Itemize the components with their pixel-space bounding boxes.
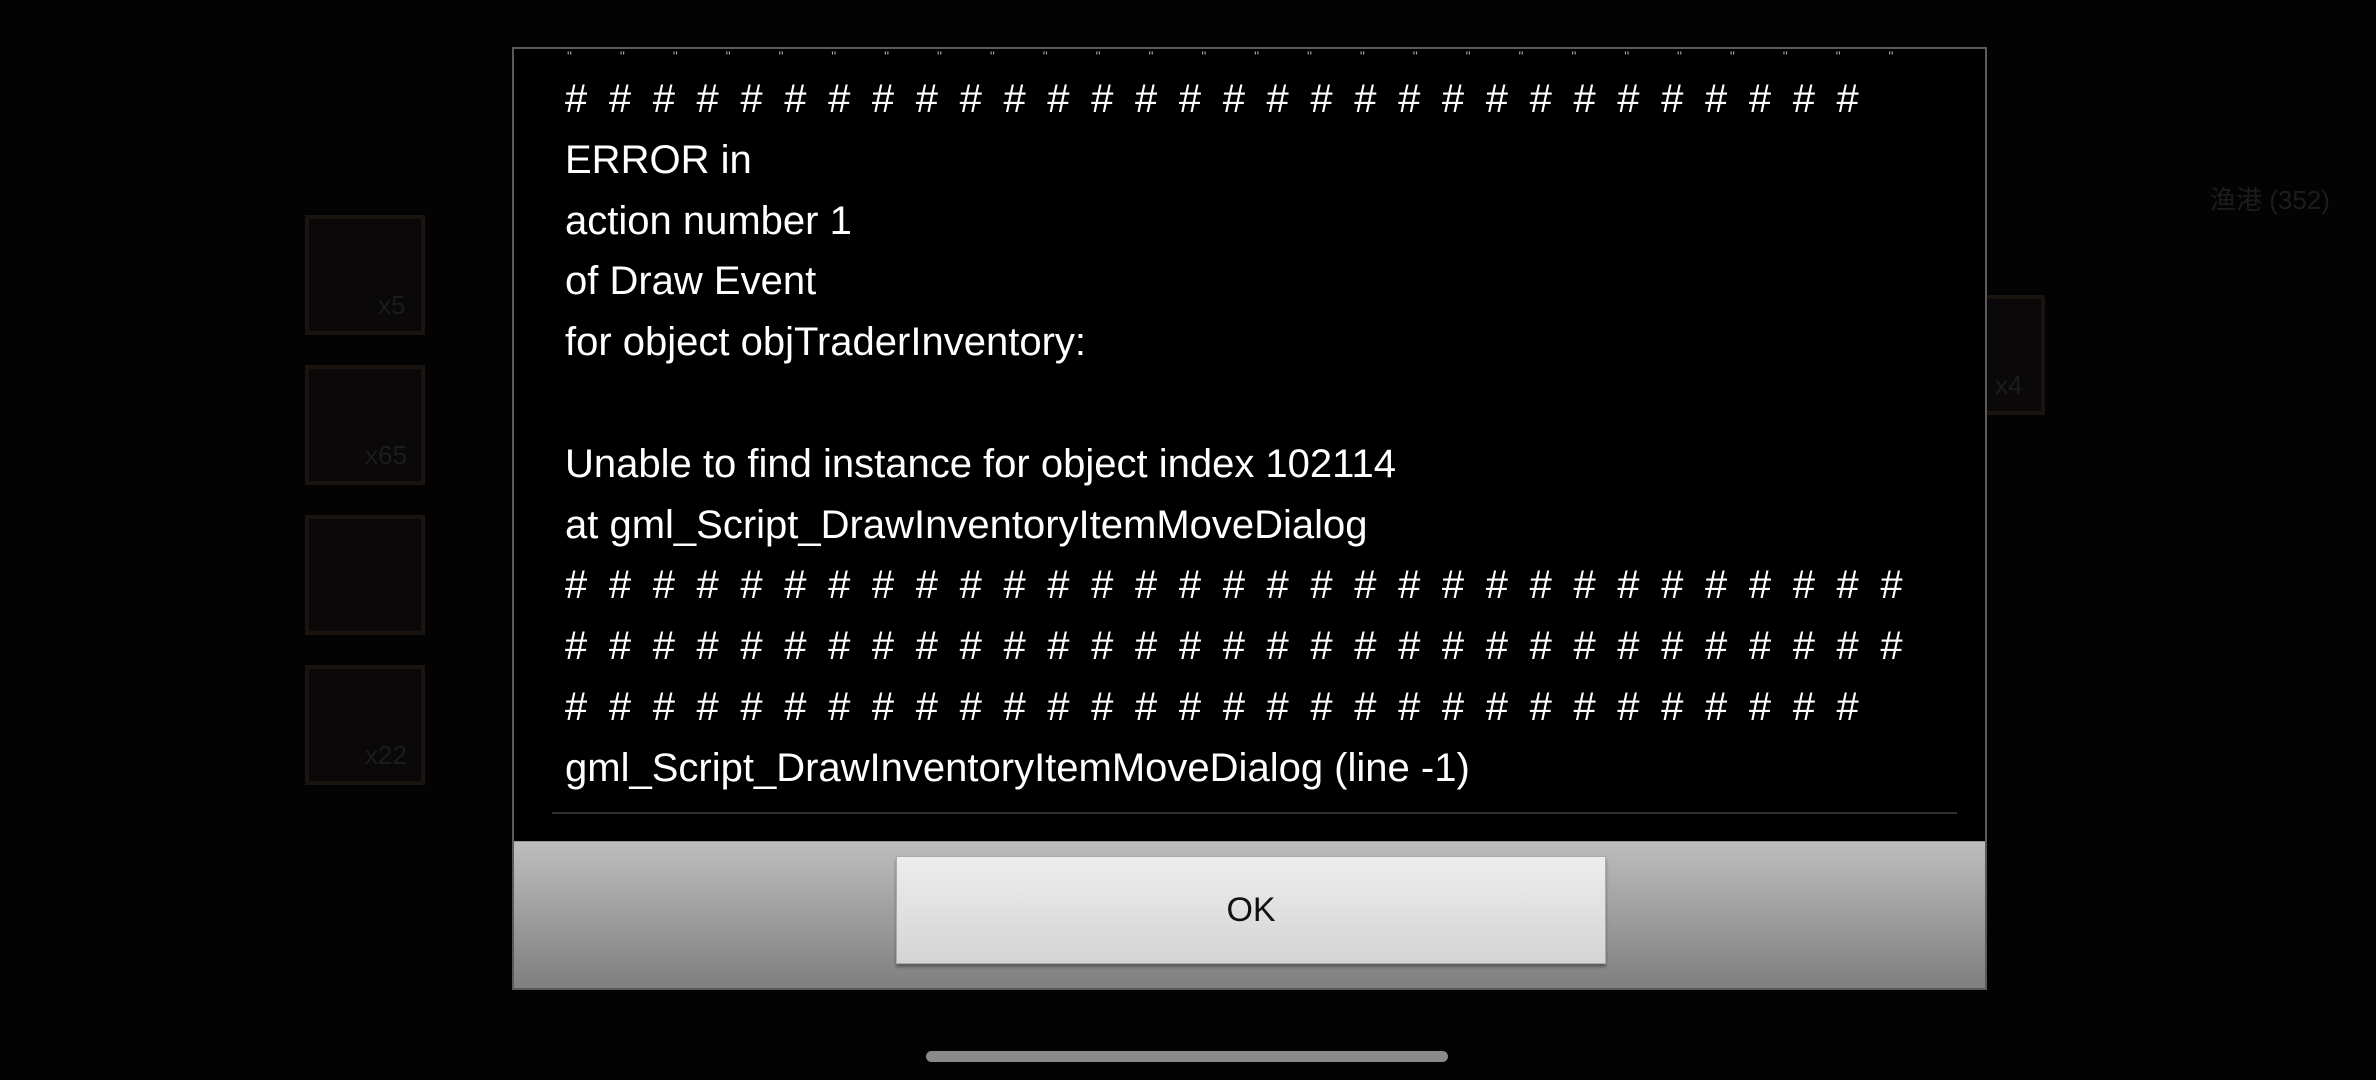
slot-count: x22 — [365, 740, 407, 770]
message-line: ############################## — [565, 684, 1881, 729]
location-label: 渔港 (352) — [2210, 185, 2330, 215]
home-indicator[interactable] — [926, 1051, 1448, 1062]
inventory-slot — [305, 515, 425, 635]
ok-button[interactable]: OK — [896, 856, 1606, 964]
dialog-button-bar: OK — [514, 841, 1985, 988]
message-line: Unable to find instance for object index… — [565, 441, 1396, 486]
inventory-slot — [305, 215, 425, 335]
message-line: ############################### — [565, 563, 1925, 608]
message-line: gml_Script_DrawInventoryItemMoveDialog (… — [565, 745, 1470, 790]
error-dialog: " " " " " " " " " " " " " " " " " " " " … — [512, 47, 1987, 990]
message-line: at gml_Script_DrawInventoryItemMoveDialo… — [565, 502, 1368, 547]
message-line: ERROR in — [565, 137, 752, 182]
slot-count: x5 — [378, 290, 406, 320]
message-line: for object objTraderInventory: — [565, 320, 1086, 365]
message-line — [565, 373, 1945, 434]
divider — [552, 812, 1957, 814]
message-line: action number 1 — [565, 198, 852, 243]
message-line: ############################### — [565, 624, 1925, 669]
error-message[interactable]: ############################## ERROR in … — [565, 69, 1945, 799]
message-line: of Draw Event — [565, 259, 817, 304]
slot-count: x4 — [1995, 370, 2023, 400]
scrolled-text-line: " " " " " " " " " " " " " " " " " " " " … — [567, 49, 1907, 63]
message-line: ############################## — [565, 77, 1881, 121]
slot-count: x65 — [365, 440, 407, 470]
